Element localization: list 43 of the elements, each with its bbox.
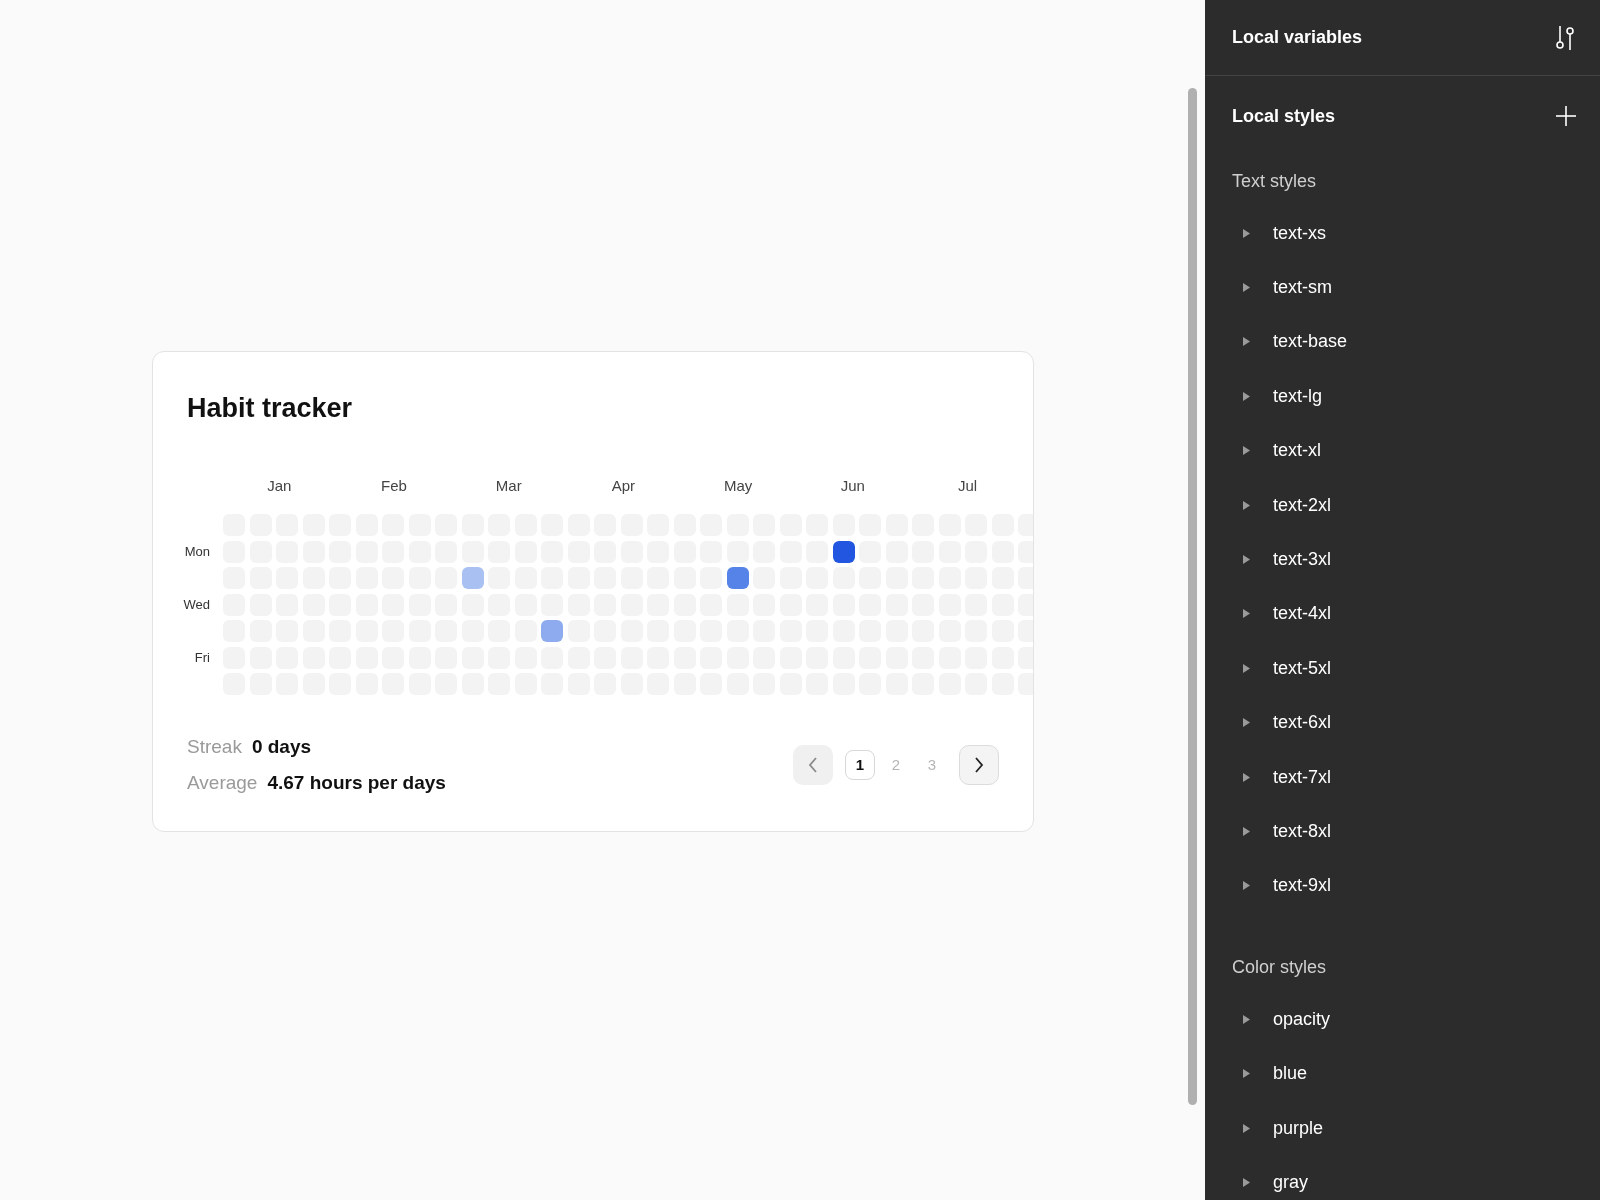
day-label: Wed — [183, 595, 210, 614]
month-label: Jul — [957, 476, 978, 495]
chevron-right-icon — [974, 757, 984, 773]
style-item[interactable]: text-xs — [1205, 206, 1600, 261]
style-item[interactable]: text-lg — [1205, 369, 1600, 424]
panel-heading: Local styles — [1232, 104, 1336, 128]
style-item[interactable]: text-8xl — [1205, 804, 1600, 859]
day-label: Mon — [184, 542, 210, 561]
style-item[interactable]: text-3xl — [1205, 532, 1600, 587]
month-label: Jan — [267, 476, 292, 495]
style-item[interactable]: text-9xl — [1205, 858, 1600, 914]
style-item[interactable]: opacity — [1205, 992, 1600, 1047]
group-heading: Text styles — [1232, 169, 1317, 193]
style-item[interactable]: text-5xl — [1205, 641, 1600, 696]
group-heading: Color styles — [1232, 955, 1327, 979]
month-label: Jun — [840, 476, 865, 495]
page-button[interactable]: 1 — [845, 750, 875, 780]
style-item[interactable]: purple — [1205, 1100, 1600, 1156]
style-item[interactable]: text-2xl — [1205, 477, 1600, 533]
style-item[interactable]: text-7xl — [1205, 749, 1600, 805]
plus-icon[interactable] — [1556, 106, 1576, 126]
style-item[interactable]: text-sm — [1205, 260, 1600, 315]
month-label: Apr — [611, 476, 636, 495]
style-item[interactable]: text-4xl — [1205, 586, 1600, 642]
month-label: Mar — [495, 476, 522, 495]
sliders-icon[interactable] — [1554, 24, 1576, 51]
day-label: Fri — [194, 648, 210, 667]
stat-value: 0 days — [251, 735, 312, 759]
chevron-left-icon — [808, 757, 818, 773]
style-item[interactable]: blue — [1205, 1046, 1600, 1101]
card-title: Habit tracker — [187, 392, 353, 424]
stat-value: 4.67 hours per days — [267, 771, 446, 795]
month-label: Feb — [381, 476, 407, 495]
style-item[interactable]: text-xl — [1205, 423, 1600, 478]
next-page-button[interactable] — [959, 745, 999, 785]
stat-label: Average — [187, 771, 258, 795]
style-item[interactable]: text-6xl — [1205, 695, 1600, 750]
scrollbar[interactable] — [1188, 88, 1197, 1105]
panel-heading: Local variables — [1232, 26, 1363, 49]
style-item[interactable]: gray — [1205, 1155, 1600, 1200]
stat-label: Streak — [187, 735, 242, 759]
style-item[interactable]: text-base — [1205, 314, 1600, 370]
month-label: May — [723, 476, 753, 495]
